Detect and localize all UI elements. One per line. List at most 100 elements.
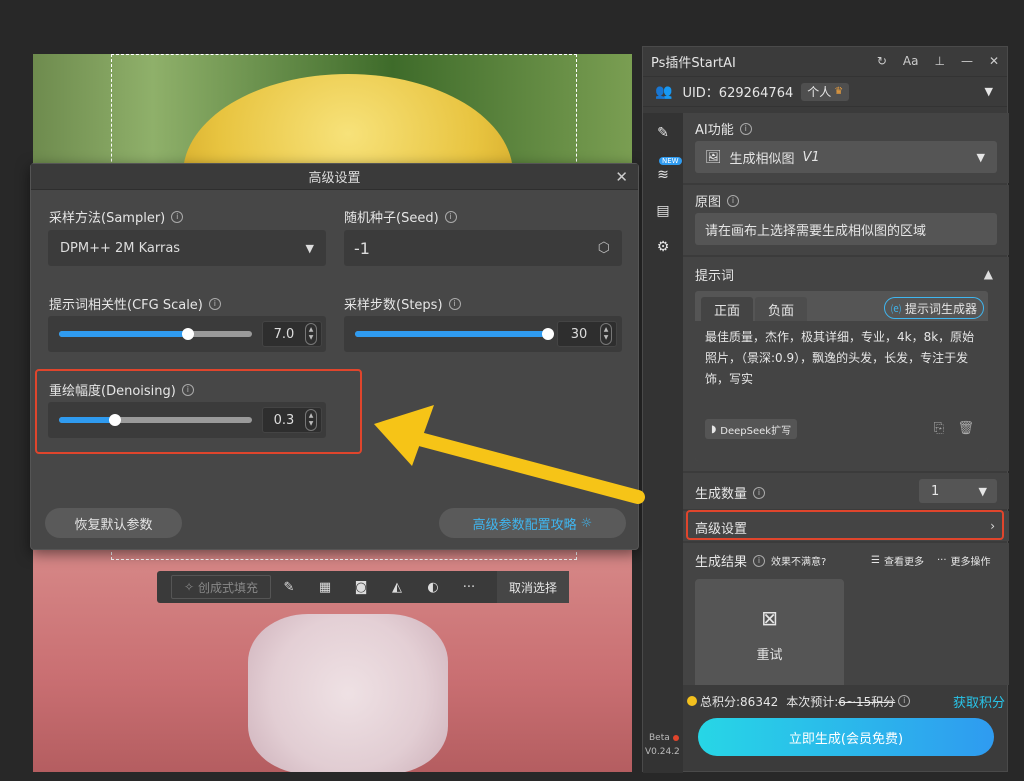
- result-thumbnail[interactable]: ⊠ 重试: [695, 579, 844, 685]
- deepseek-button[interactable]: ◗ DeepSeek扩写: [705, 419, 798, 439]
- pen-icon[interactable]: ✎: [653, 125, 673, 145]
- seed-input[interactable]: -1 ⬡: [344, 230, 622, 266]
- source-label-row: 原图 i: [695, 191, 740, 210]
- denoise-label-row: 重绘幅度(Denoising) i: [49, 380, 194, 399]
- info-icon[interactable]: i: [727, 194, 740, 207]
- adjustment-icon[interactable]: ◐: [415, 580, 451, 595]
- pin-icon[interactable]: ⊥: [934, 54, 944, 68]
- points-estimate-value: 6~15积分: [838, 694, 896, 709]
- prompt-textarea[interactable]: 最佳质量，杰作，极其详细，专业，4k，8k，原始照片，（景深:0.9），飘逸的头…: [695, 321, 988, 461]
- dice-icon[interactable]: ⬡: [598, 240, 610, 256]
- info-icon[interactable]: i: [753, 486, 766, 499]
- version-label: V0.24.2: [645, 747, 680, 757]
- cfg-number-input[interactable]: 7.0 ▲ ▼: [262, 321, 322, 347]
- minimize-icon[interactable]: —: [961, 54, 973, 68]
- prompt-library-icon[interactable]: ⎘: [934, 421, 944, 436]
- deselect-button[interactable]: 取消选择: [496, 571, 569, 603]
- cfg-slider[interactable]: [59, 328, 252, 340]
- cfg-label: 提示词相关性(CFG Scale): [49, 298, 203, 313]
- seed-label: 随机种子(Seed): [344, 211, 439, 226]
- stepper-icon[interactable]: ▲ ▼: [305, 323, 317, 345]
- ai-function-select[interactable]: 🖼 生成相似图 V1 ▼: [695, 141, 997, 173]
- reset-defaults-label: 恢复默认参数: [74, 517, 153, 533]
- account-tag[interactable]: 个人 ♛: [801, 82, 850, 101]
- info-icon[interactable]: i: [171, 210, 184, 223]
- guide-button[interactable]: 高级参数配置攻略 ☼: [439, 508, 626, 538]
- sampler-value: DPM++ 2M Karras: [60, 240, 181, 256]
- more-icon[interactable]: ···: [451, 580, 487, 595]
- chevron-down-icon: ▼: [305, 241, 314, 255]
- result-section: 生成结果 i 效果不满意? ☰ 查看更多 ··· 更多操作 ⊠ 重试: [683, 543, 1009, 685]
- font-size-icon[interactable]: Aa: [903, 54, 919, 68]
- sampler-select[interactable]: DPM++ 2M Karras ▼: [48, 230, 326, 266]
- source-hint-box: 请在画布上选择需要生成相似图的区域: [695, 213, 997, 245]
- tab-negative[interactable]: 负面: [755, 297, 807, 321]
- lightbulb-icon: ☼: [580, 515, 593, 531]
- whale-icon: ◗: [711, 423, 717, 435]
- ai-function-value: 生成相似图: [729, 151, 795, 167]
- info-icon[interactable]: i: [739, 122, 752, 135]
- denoise-number-input[interactable]: 0.3 ▲ ▼: [262, 407, 322, 433]
- chevron-down-icon: ▼: [976, 150, 985, 164]
- generative-fill-label: 创成式填充: [198, 580, 259, 595]
- get-points-link[interactable]: 获取积分: [953, 692, 1005, 711]
- mask-icon[interactable]: ◙: [343, 580, 379, 595]
- denoise-slider[interactable]: [59, 414, 252, 426]
- gear-icon[interactable]: ⚙: [653, 239, 673, 259]
- steps-slider-knob[interactable]: [542, 328, 554, 340]
- steps-slider[interactable]: [355, 328, 554, 340]
- generate-button[interactable]: 立即生成(会员免费): [698, 718, 994, 756]
- more-icon: ···: [937, 555, 947, 566]
- paint-bucket-icon[interactable]: ◭: [379, 580, 415, 595]
- info-icon[interactable]: i: [444, 210, 457, 223]
- transparency-grid-icon[interactable]: ▦: [307, 580, 343, 595]
- count-select[interactable]: 1 ▼: [919, 479, 997, 503]
- sampler-label-row: 采样方法(Sampler) i: [49, 207, 184, 226]
- info-icon[interactable]: i: [208, 297, 221, 310]
- uid-text: UID：629264764: [682, 86, 794, 101]
- sampler-label: 采样方法(Sampler): [49, 211, 166, 226]
- dialog-titlebar: 高级设置 ✕: [31, 164, 638, 190]
- result-label: 生成结果: [695, 555, 748, 570]
- retry-label[interactable]: 重试: [756, 644, 782, 663]
- highlight-box-advanced: [686, 510, 1004, 540]
- trash-icon[interactable]: 🗑: [957, 421, 974, 436]
- chevron-down-icon[interactable]: ▼: [985, 85, 993, 98]
- source-label: 原图: [695, 195, 722, 210]
- steps-label-row: 采样步数(Steps) i: [344, 294, 461, 313]
- denoise-value: 0.3: [273, 412, 295, 428]
- view-more-link[interactable]: ☰ 查看更多: [871, 553, 924, 568]
- close-icon[interactable]: ✕: [615, 168, 628, 186]
- generative-fill-button[interactable]: ✧ 创成式填充: [171, 575, 271, 599]
- beta-dot: [673, 735, 679, 741]
- close-icon[interactable]: ✕: [989, 54, 999, 68]
- seed-value: -1: [354, 238, 370, 258]
- new-badge: NEW: [659, 157, 682, 165]
- coin-icon: [687, 696, 697, 706]
- info-icon[interactable]: i: [753, 554, 766, 567]
- info-icon[interactable]: i: [448, 297, 461, 310]
- denoise-slider-knob[interactable]: [108, 414, 121, 426]
- stepper-icon[interactable]: ▲ ▼: [600, 323, 612, 345]
- info-icon[interactable]: i: [181, 383, 194, 396]
- prompt-generator-button[interactable]: ⒠ 提示词生成器: [883, 297, 984, 319]
- steps-number-input[interactable]: 30 ▲ ▼: [557, 321, 617, 347]
- refresh-icon[interactable]: ↻: [877, 54, 887, 68]
- lace-region: [248, 614, 448, 772]
- result-unsatisfied-link[interactable]: 效果不满意?: [771, 553, 826, 568]
- chevron-up-icon[interactable]: ▲: [984, 267, 993, 281]
- startai-plugin-panel: Ps插件StartAI ↻ Aa ⊥ — ✕ 👥 UID：629264764 个…: [642, 46, 1009, 773]
- reset-defaults-button[interactable]: 恢复默认参数: [45, 508, 182, 538]
- stepper-icon[interactable]: ▲ ▼: [305, 409, 317, 431]
- broken-image-icon: ⊠: [761, 605, 778, 630]
- info-icon[interactable]: i: [898, 695, 911, 707]
- layers-icon[interactable]: ≋: [653, 167, 673, 187]
- more-ops-link[interactable]: ··· 更多操作: [937, 553, 991, 568]
- tab-positive[interactable]: 正面: [701, 297, 753, 321]
- document-icon[interactable]: ▤: [653, 203, 673, 223]
- ai-icon: ⒠: [890, 304, 901, 316]
- brush-icon[interactable]: ✎: [271, 580, 307, 595]
- steps-label: 采样步数(Steps): [344, 298, 443, 313]
- steps-value: 30: [570, 326, 588, 342]
- dialog-title: 高级设置: [308, 171, 361, 186]
